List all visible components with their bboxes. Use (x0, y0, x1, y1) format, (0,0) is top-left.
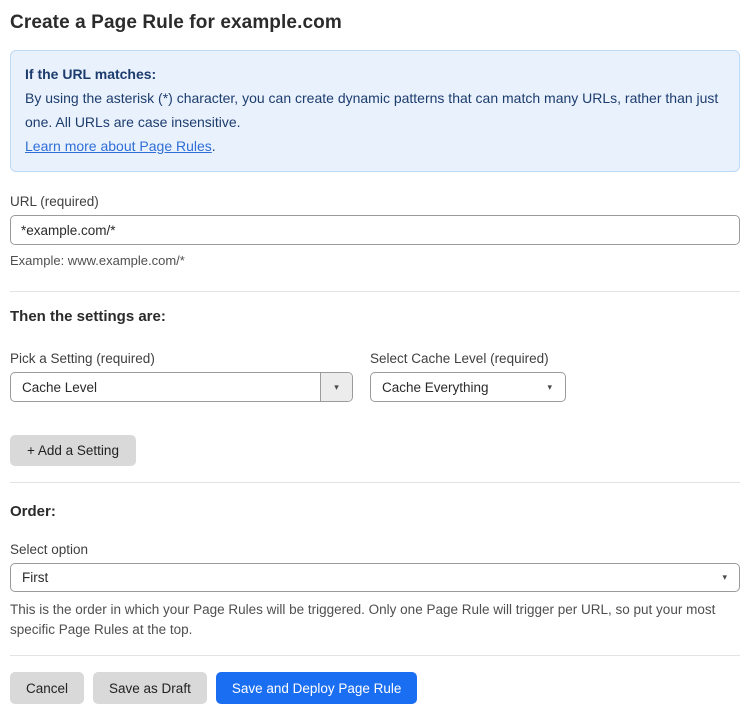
url-input[interactable] (10, 215, 740, 245)
url-label: URL (required) (10, 194, 99, 209)
save-draft-button[interactable]: Save as Draft (93, 672, 207, 704)
form-actions: Cancel Save as Draft Save and Deploy Pag… (10, 672, 740, 704)
order-select[interactable]: First ▾ (10, 563, 740, 592)
caret-box[interactable]: ▾ (320, 373, 352, 401)
order-hint: This is the order in which your Page Rul… (10, 602, 716, 637)
caret-down-icon: ▾ (547, 381, 552, 392)
cache-level-label: Select Cache Level (required) (370, 351, 549, 366)
save-deploy-button[interactable]: Save and Deploy Page Rule (215, 672, 418, 704)
info-box-heading: If the URL matches: (25, 66, 157, 82)
caret-down-icon: ▾ (722, 572, 727, 582)
settings-row: Pick a Setting (required) Cache Level ▾ … (10, 327, 740, 402)
cache-level-column: Select Cache Level (required) Cache Ever… (370, 327, 566, 402)
pick-setting-select-value: Cache Level (22, 379, 98, 395)
order-select-label: Select option (10, 542, 89, 557)
info-box-link-line: Learn more about Page Rules. (25, 134, 725, 158)
cancel-button[interactable]: Cancel (10, 672, 85, 704)
divider (10, 291, 740, 292)
pick-setting-label: Pick a Setting (required) (10, 351, 155, 366)
link-suffix: . (211, 138, 216, 154)
pick-setting-column: Pick a Setting (required) Cache Level ▾ (10, 327, 353, 402)
create-page-rule-form: Create a Page Rule for example.com If th… (0, 0, 750, 716)
divider (10, 655, 740, 656)
page-title: Create a Page Rule for example.com (10, 12, 342, 33)
url-hint: Example: www.example.com/* (10, 253, 185, 268)
order-heading: Order: (10, 503, 56, 520)
caret-down-icon: ▾ (334, 381, 339, 392)
add-setting-button[interactable]: + Add a Setting (10, 435, 136, 466)
info-box-body: By using the asterisk (*) character, you… (25, 90, 719, 130)
learn-more-link[interactable]: Learn more about Page Rules (25, 138, 212, 154)
settings-heading: Then the settings are: (10, 308, 166, 325)
cache-level-select-value: Cache Everything (382, 379, 489, 395)
pick-setting-select[interactable]: Cache Level ▾ (10, 372, 353, 402)
divider (10, 482, 740, 483)
order-select-value: First (22, 570, 49, 585)
url-match-info-box: If the URL matches: By using the asteris… (10, 50, 740, 172)
cache-level-select[interactable]: Cache Everything ▾ (370, 372, 566, 402)
